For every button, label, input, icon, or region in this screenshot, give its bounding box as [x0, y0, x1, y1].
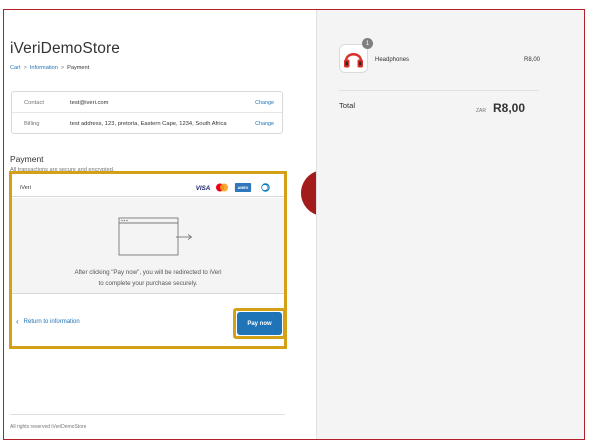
footer-divider: [10, 414, 285, 415]
total-label: Total: [339, 101, 356, 110]
breadcrumb-separator: >: [60, 65, 65, 71]
return-to-information-link[interactable]: ‹ Return to information: [16, 317, 80, 326]
quantity-badge: 1: [362, 38, 373, 49]
store-title[interactable]: iVeriDemoStore: [10, 40, 120, 58]
pay-now-highlight: Pay now: [233, 308, 286, 339]
redirect-message-line-1: After clicking "Pay now", you will be re…: [74, 269, 222, 276]
checkout-window: iVeriDemoStore Cart > Information > Payment …: [3, 9, 585, 440]
breadcrumb-information[interactable]: Information: [30, 65, 58, 71]
review-info-box: Contact test@iveri.com Change Billing te…: [11, 91, 283, 134]
change-contact-link[interactable]: Change: [255, 100, 274, 106]
redirect-message: After clicking "Pay now", you will be re…: [12, 268, 284, 289]
pay-now-button[interactable]: Pay now: [237, 312, 282, 335]
browser-redirect-icon: [118, 217, 193, 256]
product-thumbnail: [339, 44, 368, 73]
breadcrumb-payment: Payment: [67, 65, 90, 71]
billing-row: Billing test address, 123, pretoria, Eas…: [12, 113, 282, 134]
payment-method-box: iVeri VISA AMEX After clicking "Pay now"…: [9, 171, 287, 349]
return-link-label: Return to information: [23, 319, 80, 325]
breadcrumb-cart[interactable]: Cart: [10, 65, 21, 71]
product-price: R8,00: [523, 57, 540, 63]
total-amount: R8,00: [493, 101, 526, 115]
breadcrumb-separator: >: [23, 65, 27, 71]
total-currency: ZAR: [476, 108, 486, 114]
visa-mark: VISA: [196, 185, 211, 192]
chevron-left-icon: ‹: [16, 317, 19, 326]
amex-mark: AMEX: [238, 186, 249, 190]
contact-value: test@iveri.com: [70, 100, 109, 106]
redirect-message-line-2: to complete your purchase securely.: [98, 279, 198, 287]
breadcrumb: Cart > Information > Payment: [10, 65, 89, 71]
headphones-icon: [344, 53, 363, 68]
footer-text: All rights reserved iVeriDemoStore: [10, 424, 87, 430]
mastercard-icon: [216, 183, 228, 192]
product-name: Headphones: [375, 57, 410, 63]
summary-divider: [339, 90, 539, 91]
visa-icon: VISA: [194, 183, 212, 192]
order-summary-panel: 1 Headphones R8,00 Total ZAR R8,00: [316, 10, 584, 439]
gateway-name: iVeri: [20, 185, 31, 191]
billing-label: Billing: [24, 121, 40, 127]
contact-row: Contact test@iveri.com Change: [12, 92, 282, 113]
gateway-header[interactable]: iVeri VISA AMEX: [12, 174, 284, 197]
amex-icon: AMEX: [234, 183, 252, 192]
contact-label: Contact: [24, 100, 44, 106]
change-billing-link[interactable]: Change: [255, 121, 274, 127]
billing-value: test address, 123, pretoria, Eastern Cap…: [70, 121, 227, 127]
diners-icon: [261, 183, 270, 192]
gateway-body: After clicking "Pay now", you will be re…: [12, 198, 284, 294]
payment-heading: Payment: [10, 154, 44, 164]
